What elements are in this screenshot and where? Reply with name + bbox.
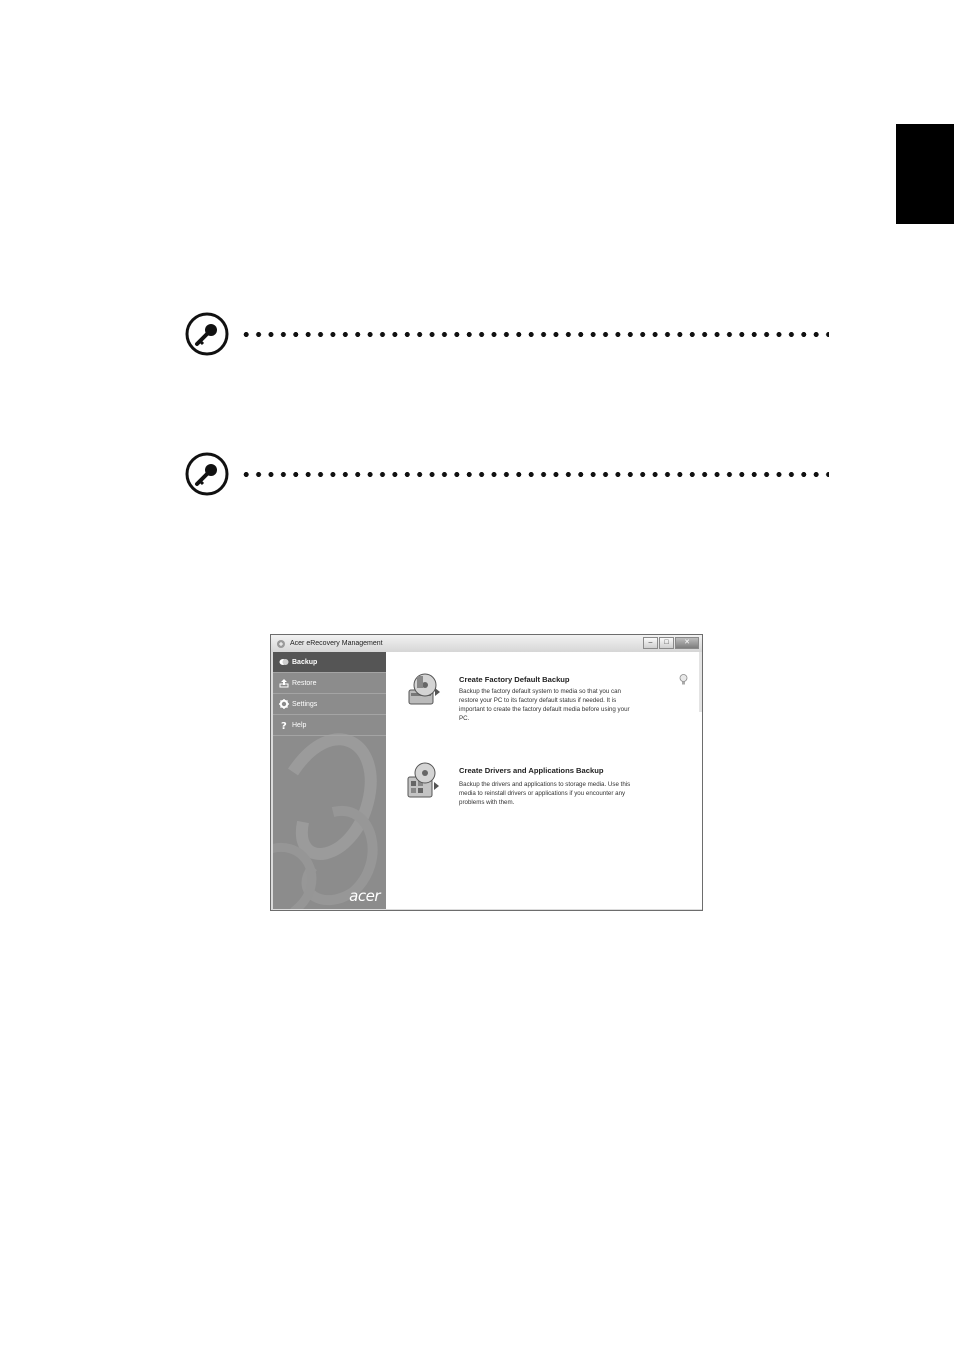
sidebar-item-label: Help [292, 721, 307, 729]
sidebar-item-restore[interactable]: Restore [273, 673, 386, 694]
scrollbar[interactable] [699, 652, 702, 712]
option-description: Backup the factory default system to med… [459, 687, 673, 723]
restore-icon [279, 679, 289, 688]
question-icon: ? [281, 721, 287, 730]
minimize-button[interactable]: – [643, 637, 658, 649]
sidebar: Backup Restore Settings ? Help acer [273, 652, 386, 909]
acer-logo: acer [349, 887, 380, 905]
maximize-button[interactable]: □ [659, 637, 674, 649]
sidebar-item-label: Restore [292, 679, 317, 687]
backup-icon [279, 659, 289, 665]
option-description: Backup the drivers and applications to s… [459, 780, 673, 807]
window-title: Acer eRecovery Management [290, 640, 383, 647]
description-line: important to create the factory default … [459, 706, 630, 713]
lightbulb-icon[interactable] [679, 674, 688, 686]
description-line: media to reinstall drivers or applicatio… [459, 790, 626, 797]
sidebar-item-help[interactable]: ? Help [273, 715, 386, 736]
sidebar-item-label: Settings [292, 700, 318, 708]
svg-text:?: ? [281, 721, 287, 730]
drivers-backup-disc-icon [407, 762, 439, 798]
erecovery-window: Acer eRecovery Management – □ ✕ Backup R… [270, 634, 703, 911]
content-panel: Create Factory Default Backup Backup the… [386, 652, 702, 909]
description-line: restore your PC to its factory default s… [459, 697, 617, 704]
gear-icon [279, 699, 289, 709]
option-title: Create Factory Default Backup [459, 675, 570, 684]
app-icon [277, 639, 285, 648]
language-tab-marker [896, 124, 954, 224]
note-separator [184, 311, 829, 357]
description-line: problems with them. [459, 799, 515, 806]
note-separator [184, 451, 829, 497]
factory-backup-disc-icon [408, 673, 440, 705]
description-line: PC. [459, 715, 470, 722]
sidebar-item-backup[interactable]: Backup [273, 652, 386, 673]
close-button[interactable]: ✕ [675, 637, 699, 649]
description-line: Backup the drivers and applications to s… [459, 781, 631, 788]
sidebar-item-settings[interactable]: Settings [273, 694, 386, 715]
option-title: Create Drivers and Applications Backup [459, 766, 604, 775]
key-note-icon [185, 452, 229, 496]
key-note-icon [185, 312, 229, 356]
dotted-rule [240, 471, 829, 477]
sidebar-item-label: Backup [292, 658, 318, 666]
description-line: Backup the factory default system to med… [459, 688, 621, 695]
dotted-rule [240, 331, 829, 337]
title-bar[interactable]: Acer eRecovery Management – □ ✕ [271, 635, 702, 652]
